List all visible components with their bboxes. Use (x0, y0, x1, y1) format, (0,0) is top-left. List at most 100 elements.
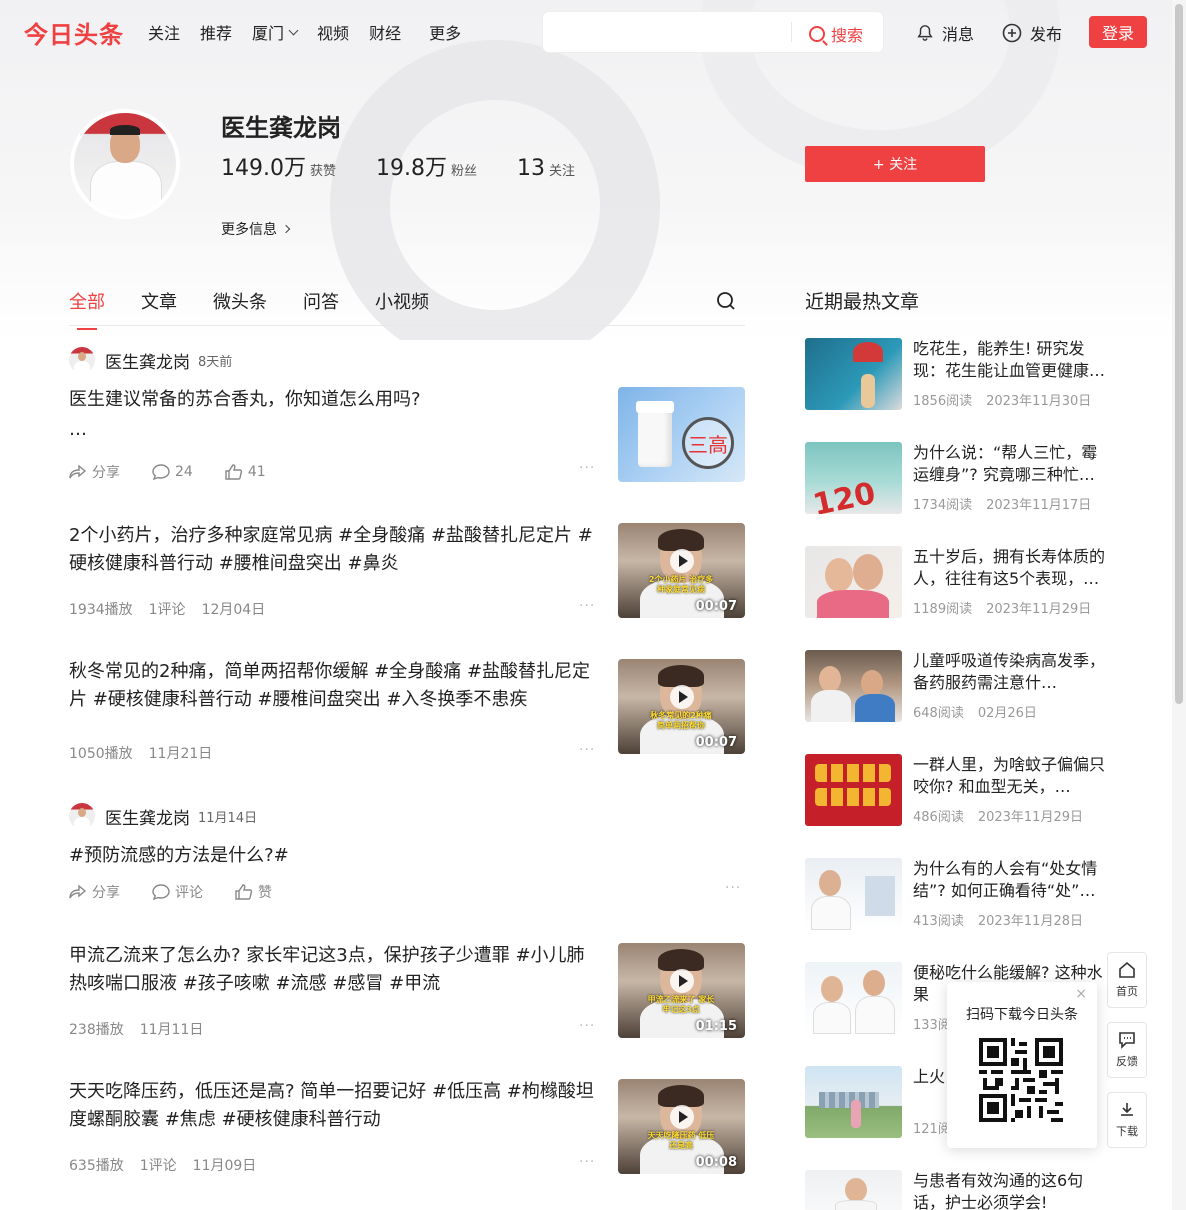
avatar[interactable] (69, 347, 95, 373)
messages-button[interactable]: 消息 (916, 21, 974, 45)
article-title[interactable]: 吃花生，能养生! 研究发现：花生能让血管更健康… (913, 338, 1109, 382)
nav-recommend[interactable]: 推荐 (200, 20, 232, 44)
hot-article[interactable]: 为什么有的人会有“处女情结”? 如何正确看待“处”… 413阅读 2023年11月… (805, 858, 1115, 930)
article-title[interactable]: 为什么有的人会有“处女情结”? 如何正确看待“处”… (913, 858, 1109, 902)
video-caption: 甲流乙流来了 家长牢记这3点 (647, 995, 715, 1014)
side-feedback-button[interactable]: 反馈 (1107, 1022, 1147, 1078)
feed-item[interactable]: 医生龚龙岗 8天前 医生建议常备的苏合香丸，你知道怎么用吗? … 分享 24 4… (69, 346, 745, 486)
article-title[interactable]: 为什么说：“帮人三忙，霉运缠身”? 究竟哪三种忙… (913, 442, 1109, 486)
article-thumbnail[interactable] (805, 754, 902, 826)
article-thumbnail[interactable] (805, 650, 902, 722)
video-duration: 01:15 (695, 1019, 737, 1034)
video-thumbnail[interactable]: 甲流乙流来了 家长牢记这3点 01:15 (618, 943, 745, 1038)
likes-label: 获赞 (309, 164, 336, 179)
tab-all[interactable]: 全部 (69, 288, 105, 330)
feed-item[interactable]: 医生龚龙岗 11月14日 #预防流感的方法是什么?# 分享 评论 赞 ··· (69, 802, 745, 902)
more-info-link[interactable]: 更多信息 (221, 219, 291, 239)
play-icon (670, 685, 694, 709)
share-button[interactable]: 分享 (69, 882, 136, 902)
nav-finance[interactable]: 财经 (369, 20, 401, 44)
thumbs-up-icon (235, 884, 253, 900)
nav-follow[interactable]: 关注 (148, 20, 180, 44)
post-time: 8天前 (198, 354, 233, 370)
nav-video[interactable]: 视频 (317, 20, 349, 44)
search-button-label: 搜索 (831, 26, 864, 45)
hot-article[interactable]: 吃花生，能养生! 研究发现：花生能让血管更健康… 1856阅读 2023年11月3… (805, 338, 1115, 410)
avatar[interactable] (69, 803, 95, 829)
hot-article[interactable]: 与患者有效沟通的这6句话，护士必须学会! (805, 1170, 1115, 1210)
more-dots-icon[interactable]: ··· (579, 742, 595, 758)
more-dots-icon[interactable]: ··· (725, 880, 741, 896)
page-scrollbar[interactable] (1172, 0, 1186, 1210)
share-button[interactable]: 分享 (69, 462, 136, 482)
post-title[interactable]: #预防流感的方法是什么?# (69, 842, 289, 870)
nav-city[interactable]: 厦门 (252, 20, 299, 44)
search-icon[interactable] (716, 291, 736, 311)
comment-button[interactable]: 24 (152, 464, 209, 480)
author-name[interactable]: 医生龚龙岗 (105, 804, 190, 829)
like-count: 41 (247, 464, 266, 480)
author-name[interactable]: 医生龚龙岗 (105, 348, 190, 373)
article-thumbnail[interactable] (805, 1066, 902, 1138)
side-download-button[interactable]: 下载 (1107, 1092, 1147, 1148)
post-thumbnail[interactable]: 三高 (618, 387, 745, 482)
like-button[interactable]: 41 (225, 464, 282, 480)
following-stat[interactable]: 13 关注 (517, 156, 575, 181)
scrollbar-thumb[interactable] (1175, 4, 1183, 704)
video-thumbnail[interactable]: 2个小药片 治疗多种家庭常见病 00:07 (618, 523, 745, 618)
article-thumbnail[interactable] (805, 962, 902, 1034)
feed-item[interactable]: 秋冬常见的2种痛，简单两招帮你缓解 #全身酸痛 #盐酸替扎尼定片 #硬核健康科普… (69, 658, 745, 762)
search-button[interactable]: 搜索 (809, 22, 863, 46)
article-thumbnail[interactable]: 120 (805, 442, 902, 514)
following-count: 13 (517, 156, 546, 181)
search-divider (791, 22, 792, 42)
hot-article[interactable]: 儿童呼吸道传染病高发季，备药服药需注意什… 648阅读 02月26日 (805, 650, 1115, 722)
tab-qa[interactable]: 问答 (303, 288, 339, 330)
post-title[interactable]: 天天吃降压药，低压还是高? 简单一招要记好 #低压高 #枸橼酸坦度螺酮胶囊 #焦… (69, 1078, 599, 1134)
more-dots-icon[interactable]: ··· (579, 598, 595, 614)
feed-item[interactable]: 甲流乙流来了怎么办? 家长牢记这3点，保护孩子少遭罪 #小儿肺热咳喘口服液 #孩… (69, 942, 745, 1042)
toutiao-logo[interactable]: 今日头条 (24, 15, 124, 50)
follow-button[interactable]: + 关注 (805, 146, 985, 182)
tab-short-video[interactable]: 小视频 (375, 288, 429, 330)
hot-article[interactable]: 一群人里，为啥蚊子偏偏只咬你? 和血型无关，… 486阅读 2023年11月29日 (805, 754, 1115, 826)
publish-button[interactable]: 发布 (1002, 21, 1062, 45)
tab-articles[interactable]: 文章 (141, 288, 177, 330)
like-button[interactable]: 赞 (235, 882, 288, 902)
feed-item[interactable]: 天天吃降压药，低压还是高? 简单一招要记好 #低压高 #枸橼酸坦度螺酮胶囊 #焦… (69, 1078, 745, 1178)
chevron-down-icon (288, 25, 299, 35)
article-thumbnail[interactable] (805, 1170, 902, 1210)
comment-button[interactable]: 评论 (152, 882, 219, 902)
video-thumbnail[interactable]: 天天吃降压药 低压还是高 00:08 (618, 1079, 745, 1174)
post-title[interactable]: 甲流乙流来了怎么办? 家长牢记这3点，保护孩子少遭罪 #小儿肺热咳喘口服液 #孩… (69, 942, 599, 998)
post-title[interactable]: 秋冬常见的2种痛，简单两招帮你缓解 #全身酸痛 #盐酸替扎尼定片 #硬核健康科普… (69, 658, 599, 714)
article-title[interactable]: 与患者有效沟通的这6句话，护士必须学会! (913, 1170, 1109, 1210)
close-icon[interactable]: × (1075, 986, 1087, 1002)
more-dots-icon[interactable]: ··· (579, 1154, 595, 1170)
more-dots-icon[interactable]: ··· (579, 460, 595, 476)
article-title[interactable]: 五十岁后，拥有长寿体质的人，往往有这5个表现，… (913, 546, 1109, 590)
article-thumbnail[interactable] (805, 546, 902, 618)
nav-more[interactable]: 更多 (429, 20, 461, 44)
more-dots-icon[interactable]: ··· (579, 1018, 595, 1034)
post-time: 11月14日 (198, 810, 258, 826)
post-date: 11月21日 (148, 746, 213, 762)
login-button[interactable]: 登录 (1089, 16, 1147, 48)
search-input[interactable] (553, 20, 783, 44)
article-date: 02月26日 (977, 706, 1037, 721)
fans-stat[interactable]: 19.8万 粉丝 (376, 150, 477, 182)
hot-article[interactable]: 五十岁后，拥有长寿体质的人，往往有这5个表现，… 1189阅读 2023年11月2… (805, 546, 1115, 618)
hot-article[interactable]: 120 为什么说：“帮人三忙，霉运缠身”? 究竟哪三种忙… 1734阅读 2023… (805, 442, 1115, 514)
profile-avatar[interactable] (70, 109, 180, 219)
side-home-button[interactable]: 首页 (1107, 952, 1147, 1008)
article-thumbnail[interactable] (805, 338, 902, 410)
video-thumbnail[interactable]: 秋冬常见的2种痛 简单两招帮你 00:07 (618, 659, 745, 754)
article-title[interactable]: 一群人里，为啥蚊子偏偏只咬你? 和血型无关，… (913, 754, 1109, 798)
article-title[interactable]: 儿童呼吸道传染病高发季，备药服药需注意什… (913, 650, 1109, 694)
tab-micro[interactable]: 微头条 (213, 288, 267, 330)
post-title[interactable]: 2个小药片，治疗多种家庭常见病 #全身酸痛 #盐酸替扎尼定片 #硬核健康科普行动… (69, 522, 599, 578)
post-title[interactable]: 医生建议常备的苏合香丸，你知道怎么用吗? (69, 386, 589, 414)
article-thumbnail[interactable] (805, 858, 902, 930)
video-duration: 00:07 (695, 735, 737, 750)
feed-item[interactable]: 2个小药片，治疗多种家庭常见病 #全身酸痛 #盐酸替扎尼定片 #硬核健康科普行动… (69, 522, 745, 622)
